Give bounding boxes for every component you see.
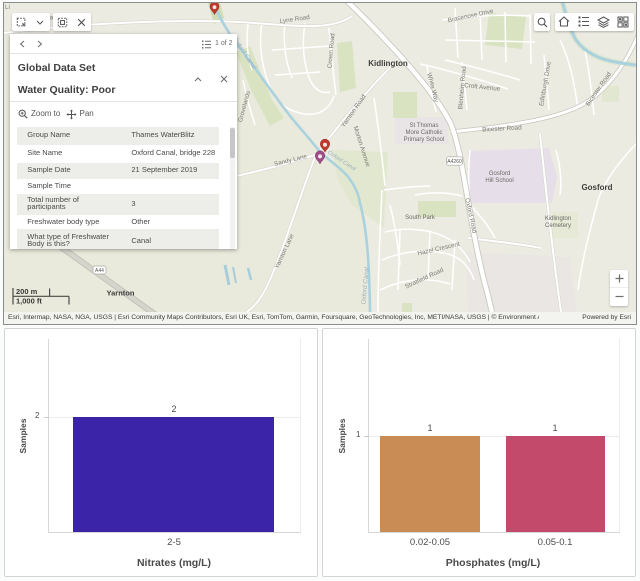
svg-text:Hill School: Hill School — [485, 178, 513, 184]
svg-text:Kidlington: Kidlington — [368, 59, 408, 68]
svg-text:Cemetery: Cemetery — [545, 223, 571, 229]
svg-text:Gosford: Gosford — [489, 171, 510, 177]
svg-text:Kidlington: Kidlington — [545, 216, 571, 222]
svg-text:Primary School: Primary School — [404, 137, 445, 143]
svg-text:More Catholic: More Catholic — [405, 130, 442, 136]
svg-text:South Park: South Park — [405, 215, 436, 221]
svg-text:Li: Li — [5, 4, 10, 11]
svg-text:Gosford: Gosford — [581, 183, 612, 192]
svg-text:Yarnton: Yarnton — [107, 289, 135, 298]
svg-text:St Thomas: St Thomas — [410, 123, 439, 129]
svg-text:A44: A44 — [95, 268, 104, 274]
svg-text:A4260: A4260 — [447, 159, 462, 165]
svg-text:200 m: 200 m — [16, 287, 38, 296]
svg-text:1,000 ft: 1,000 ft — [16, 297, 42, 306]
